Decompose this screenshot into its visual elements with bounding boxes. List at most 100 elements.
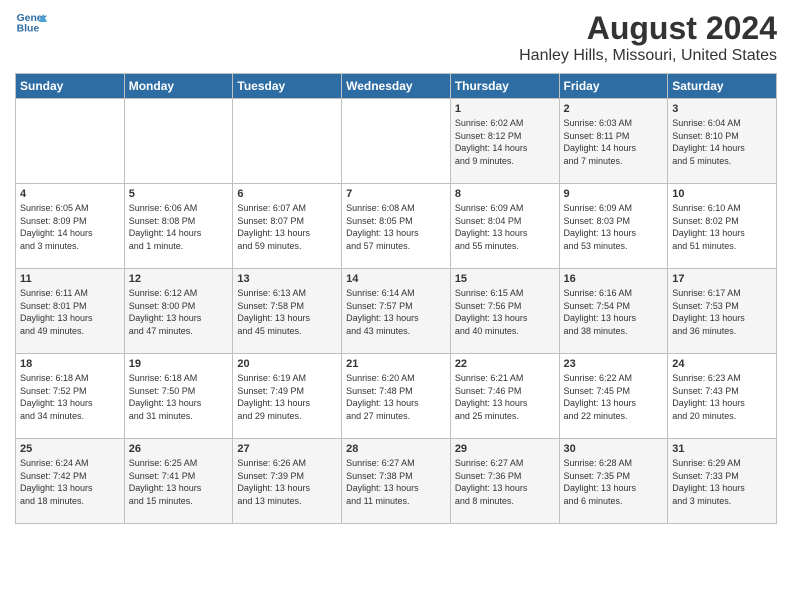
calendar-cell [124, 99, 233, 184]
day-info: Sunrise: 6:02 AM Sunset: 8:12 PM Dayligh… [455, 117, 555, 167]
day-number: 5 [129, 188, 229, 200]
calendar-cell: 5Sunrise: 6:06 AM Sunset: 8:08 PM Daylig… [124, 184, 233, 269]
day-number: 3 [672, 103, 772, 115]
calendar-cell: 26 Sunrise: 6:25 AM Sunset: 7:41 PM Dayli… [124, 439, 233, 524]
calendar-cell [16, 99, 125, 184]
day-info: Sunrise: 6:17 AM Sunset: 7:53 PM Dayligh… [672, 287, 772, 337]
day-info: Sunrise: 6:25 AM Sunset: 7:41 PM Dayligh… [129, 457, 229, 507]
day-info: Sunrise: 6:23 AM Sunset: 7:43 PM Dayligh… [672, 372, 772, 422]
day-number: 8 [455, 188, 555, 200]
day-number: 16 [564, 273, 664, 285]
calendar-cell: 19Sunrise: 6:18 AM Sunset: 7:50 PM Dayli… [124, 354, 233, 439]
column-header-thursday: Thursday [450, 74, 559, 99]
day-info: Sunrise: 6:20 AM Sunset: 7:48 PM Dayligh… [346, 372, 446, 422]
day-number: 2 [564, 103, 664, 115]
day-number: 25 [20, 443, 120, 455]
day-info: Sunrise: 6:27 AM Sunset: 7:38 PM Dayligh… [346, 457, 446, 507]
column-header-sunday: Sunday [16, 74, 125, 99]
column-header-friday: Friday [559, 74, 668, 99]
day-info: Sunrise: 6:22 AM Sunset: 7:45 PM Dayligh… [564, 372, 664, 422]
day-number: 13 [237, 273, 337, 285]
day-number: 7 [346, 188, 446, 200]
calendar-cell: 2 Sunrise: 6:03 AM Sunset: 8:11 PM Daylig… [559, 99, 668, 184]
day-info: Sunrise: 6:09 AM Sunset: 8:03 PM Dayligh… [564, 202, 664, 252]
day-info: Sunrise: 6:14 AM Sunset: 7:57 PM Dayligh… [346, 287, 446, 337]
column-header-wednesday: Wednesday [342, 74, 451, 99]
calendar-cell: 16 Sunrise: 6:16 AM Sunset: 7:54 PM Dayli… [559, 269, 668, 354]
day-number: 4 [20, 188, 120, 200]
calendar-cell: 13 Sunrise: 6:13 AM Sunset: 7:58 PM Dayli… [233, 269, 342, 354]
calendar-cell: 6 Sunrise: 6:07 AM Sunset: 8:07 PM Daylig… [233, 184, 342, 269]
column-header-saturday: Saturday [668, 74, 777, 99]
calendar-cell: 4 Sunrise: 6:05 AM Sunset: 8:09 PM Daylig… [16, 184, 125, 269]
day-info: Sunrise: 6:07 AM Sunset: 8:07 PM Dayligh… [237, 202, 337, 252]
day-info: Sunrise: 6:28 AM Sunset: 7:35 PM Dayligh… [564, 457, 664, 507]
calendar-cell: 9 Sunrise: 6:09 AM Sunset: 8:03 PM Daylig… [559, 184, 668, 269]
title-block: August 2024 Hanley Hills, Missouri, Unit… [519, 10, 777, 65]
day-number: 30 [564, 443, 664, 455]
day-info: Sunrise: 6:03 AM Sunset: 8:11 PM Dayligh… [564, 117, 664, 167]
day-number: 9 [564, 188, 664, 200]
calendar-table: SundayMondayTuesdayWednesdayThursdayFrid… [15, 73, 777, 524]
day-info: Sunrise: 6:04 AM Sunset: 8:10 PM Dayligh… [672, 117, 772, 167]
calendar-cell: 3 Sunrise: 6:04 AM Sunset: 8:10 PM Daylig… [668, 99, 777, 184]
calendar-cell: 21 Sunrise: 6:20 AM Sunset: 7:48 PM Dayli… [342, 354, 451, 439]
day-info: Sunrise: 6:15 AM Sunset: 7:56 PM Dayligh… [455, 287, 555, 337]
calendar-cell: 10 Sunrise: 6:10 AM Sunset: 8:02 PM Dayli… [668, 184, 777, 269]
day-number: 15 [455, 273, 555, 285]
day-info: Sunrise: 6:18 AM Sunset: 7:50 PM Dayligh… [129, 372, 229, 422]
day-number: 6 [237, 188, 337, 200]
day-number: 23 [564, 358, 664, 370]
day-number: 26 [129, 443, 229, 455]
calendar-cell: 27Sunrise: 6:26 AM Sunset: 7:39 PM Dayli… [233, 439, 342, 524]
day-info: Sunrise: 6:27 AM Sunset: 7:36 PM Dayligh… [455, 457, 555, 507]
calendar-cell: 31 Sunrise: 6:29 AM Sunset: 7:33 PM Dayli… [668, 439, 777, 524]
calendar-cell: 12 Sunrise: 6:12 AM Sunset: 8:00 PM Dayli… [124, 269, 233, 354]
day-number: 17 [672, 273, 772, 285]
calendar-cell: 29 Sunrise: 6:27 AM Sunset: 7:36 PM Dayli… [450, 439, 559, 524]
day-number: 29 [455, 443, 555, 455]
calendar-cell: 1 Sunrise: 6:02 AM Sunset: 8:12 PM Daylig… [450, 99, 559, 184]
calendar-cell: 22 Sunrise: 6:21 AM Sunset: 7:46 PM Dayli… [450, 354, 559, 439]
calendar-cell: 20Sunrise: 6:19 AM Sunset: 7:49 PM Dayli… [233, 354, 342, 439]
day-number: 31 [672, 443, 772, 455]
day-info: Sunrise: 6:16 AM Sunset: 7:54 PM Dayligh… [564, 287, 664, 337]
calendar-cell: 28 Sunrise: 6:27 AM Sunset: 7:38 PM Dayli… [342, 439, 451, 524]
calendar-cell: 23 Sunrise: 6:22 AM Sunset: 7:45 PM Dayli… [559, 354, 668, 439]
day-info: Sunrise: 6:19 AM Sunset: 7:49 PM Dayligh… [237, 372, 337, 422]
day-number: 11 [20, 273, 120, 285]
day-info: Sunrise: 6:29 AM Sunset: 7:33 PM Dayligh… [672, 457, 772, 507]
day-info: Sunrise: 6:18 AM Sunset: 7:52 PM Dayligh… [20, 372, 120, 422]
logo: General Blue [15, 10, 47, 38]
svg-text:Blue: Blue [17, 24, 40, 35]
day-number: 28 [346, 443, 446, 455]
day-number: 18 [20, 358, 120, 370]
calendar-cell [342, 99, 451, 184]
day-number: 14 [346, 273, 446, 285]
calendar-cell: 7 Sunrise: 6:08 AM Sunset: 8:05 PM Daylig… [342, 184, 451, 269]
day-info: Sunrise: 6:08 AM Sunset: 8:05 PM Dayligh… [346, 202, 446, 252]
logo-icon: General Blue [15, 10, 47, 38]
day-info: Sunrise: 6:05 AM Sunset: 8:09 PM Dayligh… [20, 202, 120, 252]
calendar-cell: 24Sunrise: 6:23 AM Sunset: 7:43 PM Dayli… [668, 354, 777, 439]
day-number: 22 [455, 358, 555, 370]
day-number: 1 [455, 103, 555, 115]
page-header: General Blue August 2024 Hanley Hills, M… [15, 10, 777, 65]
day-info: Sunrise: 6:24 AM Sunset: 7:42 PM Dayligh… [20, 457, 120, 507]
calendar-cell: 11Sunrise: 6:11 AM Sunset: 8:01 PM Dayli… [16, 269, 125, 354]
calendar-cell: 15 Sunrise: 6:15 AM Sunset: 7:56 PM Dayli… [450, 269, 559, 354]
column-header-tuesday: Tuesday [233, 74, 342, 99]
calendar-cell: 18 Sunrise: 6:18 AM Sunset: 7:52 PM Dayli… [16, 354, 125, 439]
day-number: 27 [237, 443, 337, 455]
day-info: Sunrise: 6:21 AM Sunset: 7:46 PM Dayligh… [455, 372, 555, 422]
column-header-monday: Monday [124, 74, 233, 99]
day-number: 12 [129, 273, 229, 285]
calendar-cell: 17 Sunrise: 6:17 AM Sunset: 7:53 PM Dayli… [668, 269, 777, 354]
day-number: 21 [346, 358, 446, 370]
day-info: Sunrise: 6:10 AM Sunset: 8:02 PM Dayligh… [672, 202, 772, 252]
calendar-title: August 2024 [519, 10, 777, 47]
day-info: Sunrise: 6:12 AM Sunset: 8:00 PM Dayligh… [129, 287, 229, 337]
day-number: 10 [672, 188, 772, 200]
day-info: Sunrise: 6:13 AM Sunset: 7:58 PM Dayligh… [237, 287, 337, 337]
calendar-subtitle: Hanley Hills, Missouri, United States [519, 47, 777, 65]
